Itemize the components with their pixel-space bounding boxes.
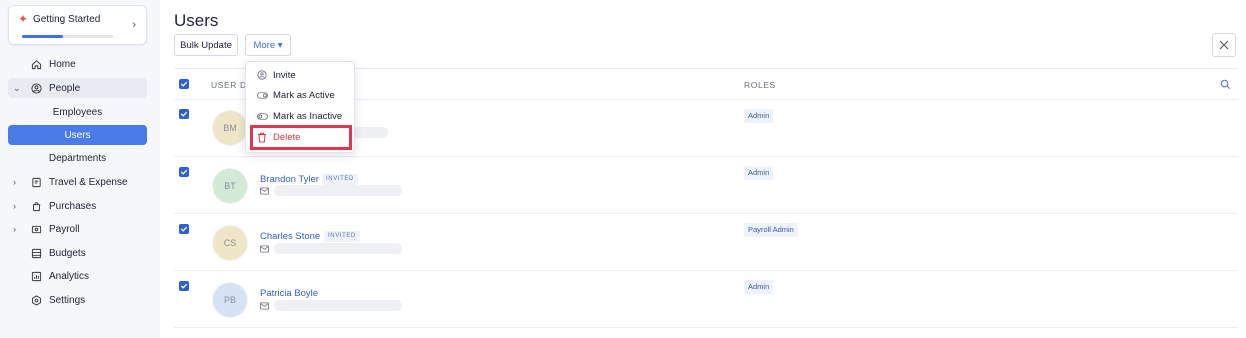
menu-item-mark-inactive[interactable]: Mark as Inactive [246,107,354,125]
chevron-right-icon: › [13,177,16,187]
sidebar-item-employees[interactable]: Employees [8,102,147,122]
menu-item-label: Mark as Active [273,89,335,101]
home-icon [29,57,43,71]
sidebar-item-departments[interactable]: Departments [8,148,147,168]
sidebar-item-label: Payroll [49,223,80,235]
check-icon [180,111,188,117]
toggle-off-icon [256,112,268,120]
user-name-link[interactable]: Patricia Boyle [260,288,318,299]
sidebar-item-users[interactable]: Users [8,125,147,145]
sidebar-item-budgets[interactable]: Budgets [8,243,147,263]
avatar: BT [212,168,248,204]
role-badge: Payroll Admin [744,223,798,237]
check-icon [180,81,188,87]
sidebar-item-home[interactable]: Home [8,54,147,74]
sidebar-item-label: Analytics [49,270,90,282]
row-checkbox[interactable] [179,281,189,291]
status-badge: INVITED [324,231,360,242]
getting-started-progress [22,35,114,38]
budget-icon [29,246,43,260]
redacted-email [274,300,402,311]
close-icon [1219,40,1229,50]
gear-icon [29,293,43,307]
progress-fill [22,35,64,38]
column-header-user[interactable]: USER D [211,80,247,90]
redacted-email [274,243,402,254]
bag-icon [29,199,43,213]
sidebar-item-label: Users [64,129,91,141]
sidebar-item-label: Employees [52,106,103,118]
menu-item-label: Mark as Inactive [273,110,343,122]
sidebar-item-label: Home [49,58,76,70]
close-button[interactable] [1212,33,1236,57]
avatar: BM [212,110,248,146]
check-icon [180,283,188,289]
sidebar-item-payroll[interactable]: › Payroll [8,219,147,239]
status-badge: INVITED [322,174,358,185]
sidebar-item-label: Travel & Expense [49,176,128,188]
redacted-email [274,185,402,196]
receipt-icon [29,175,43,189]
column-header-roles[interactable]: ROLES [744,80,776,90]
chevron-right-icon: › [132,19,136,31]
row-divider [174,213,1238,214]
check-icon [180,169,188,175]
select-all-checkbox[interactable] [179,79,189,89]
invite-icon [256,70,268,80]
check-icon [180,226,188,232]
payroll-icon [29,222,43,236]
menu-item-invite[interactable]: Invite [246,66,354,84]
menu-item-mark-active[interactable]: Mark as Active [246,86,354,104]
more-button[interactable]: More ▾ [245,34,291,56]
mail-icon [260,302,269,313]
getting-started-label: Getting Started [33,14,101,25]
row-divider [174,156,1238,157]
sidebar-item-label: Purchases [49,200,97,212]
toggle-on-icon [256,91,268,99]
sidebar-item-label: People [49,82,81,94]
sidebar-item-people[interactable]: ⌄ People [8,78,147,98]
avatar: PB [212,282,248,318]
menu-item-label: Invite [273,69,296,81]
analytics-icon [29,269,43,283]
people-icon [29,81,43,95]
user-name-link[interactable]: Charles Stone [260,231,320,242]
user-name-link[interactable]: Brandon Tyler [260,174,319,185]
bulk-update-button[interactable]: Bulk Update [174,34,238,56]
sparkle-icon: ✦ [18,12,29,26]
role-badge: Admin [744,166,774,180]
row-checkbox[interactable] [179,109,189,119]
getting-started-card[interactable]: ✦ Getting Started › [8,5,147,45]
chevron-right-icon: › [13,224,16,234]
sidebar-item-purchases[interactable]: › Purchases [8,196,147,216]
sidebar-item-label: Settings [49,294,86,306]
mail-icon [260,245,269,256]
page-title: Users [174,11,219,30]
chevron-down-icon: ⌄ [13,82,21,93]
sidebar-item-label: Departments [48,152,107,164]
sidebar-item-settings[interactable]: Settings [8,290,147,310]
search-icon[interactable] [1220,79,1231,93]
mail-icon [260,187,269,198]
sidebar: ✦ Getting Started › Home ⌄ People Employ… [0,0,160,338]
sidebar-item-travel-expense[interactable]: › Travel & Expense [8,172,147,192]
row-divider [174,327,1238,328]
role-badge: Admin [744,109,774,123]
avatar: CS [212,225,248,261]
role-badge: Admin [744,280,774,294]
row-checkbox[interactable] [179,224,189,234]
sidebar-item-label: Budgets [49,247,86,259]
chevron-right-icon: › [13,201,16,211]
row-checkbox[interactable] [179,167,189,177]
delete-highlight-annotation [250,125,352,150]
row-divider [174,270,1238,271]
sidebar-item-analytics[interactable]: Analytics [8,266,147,286]
